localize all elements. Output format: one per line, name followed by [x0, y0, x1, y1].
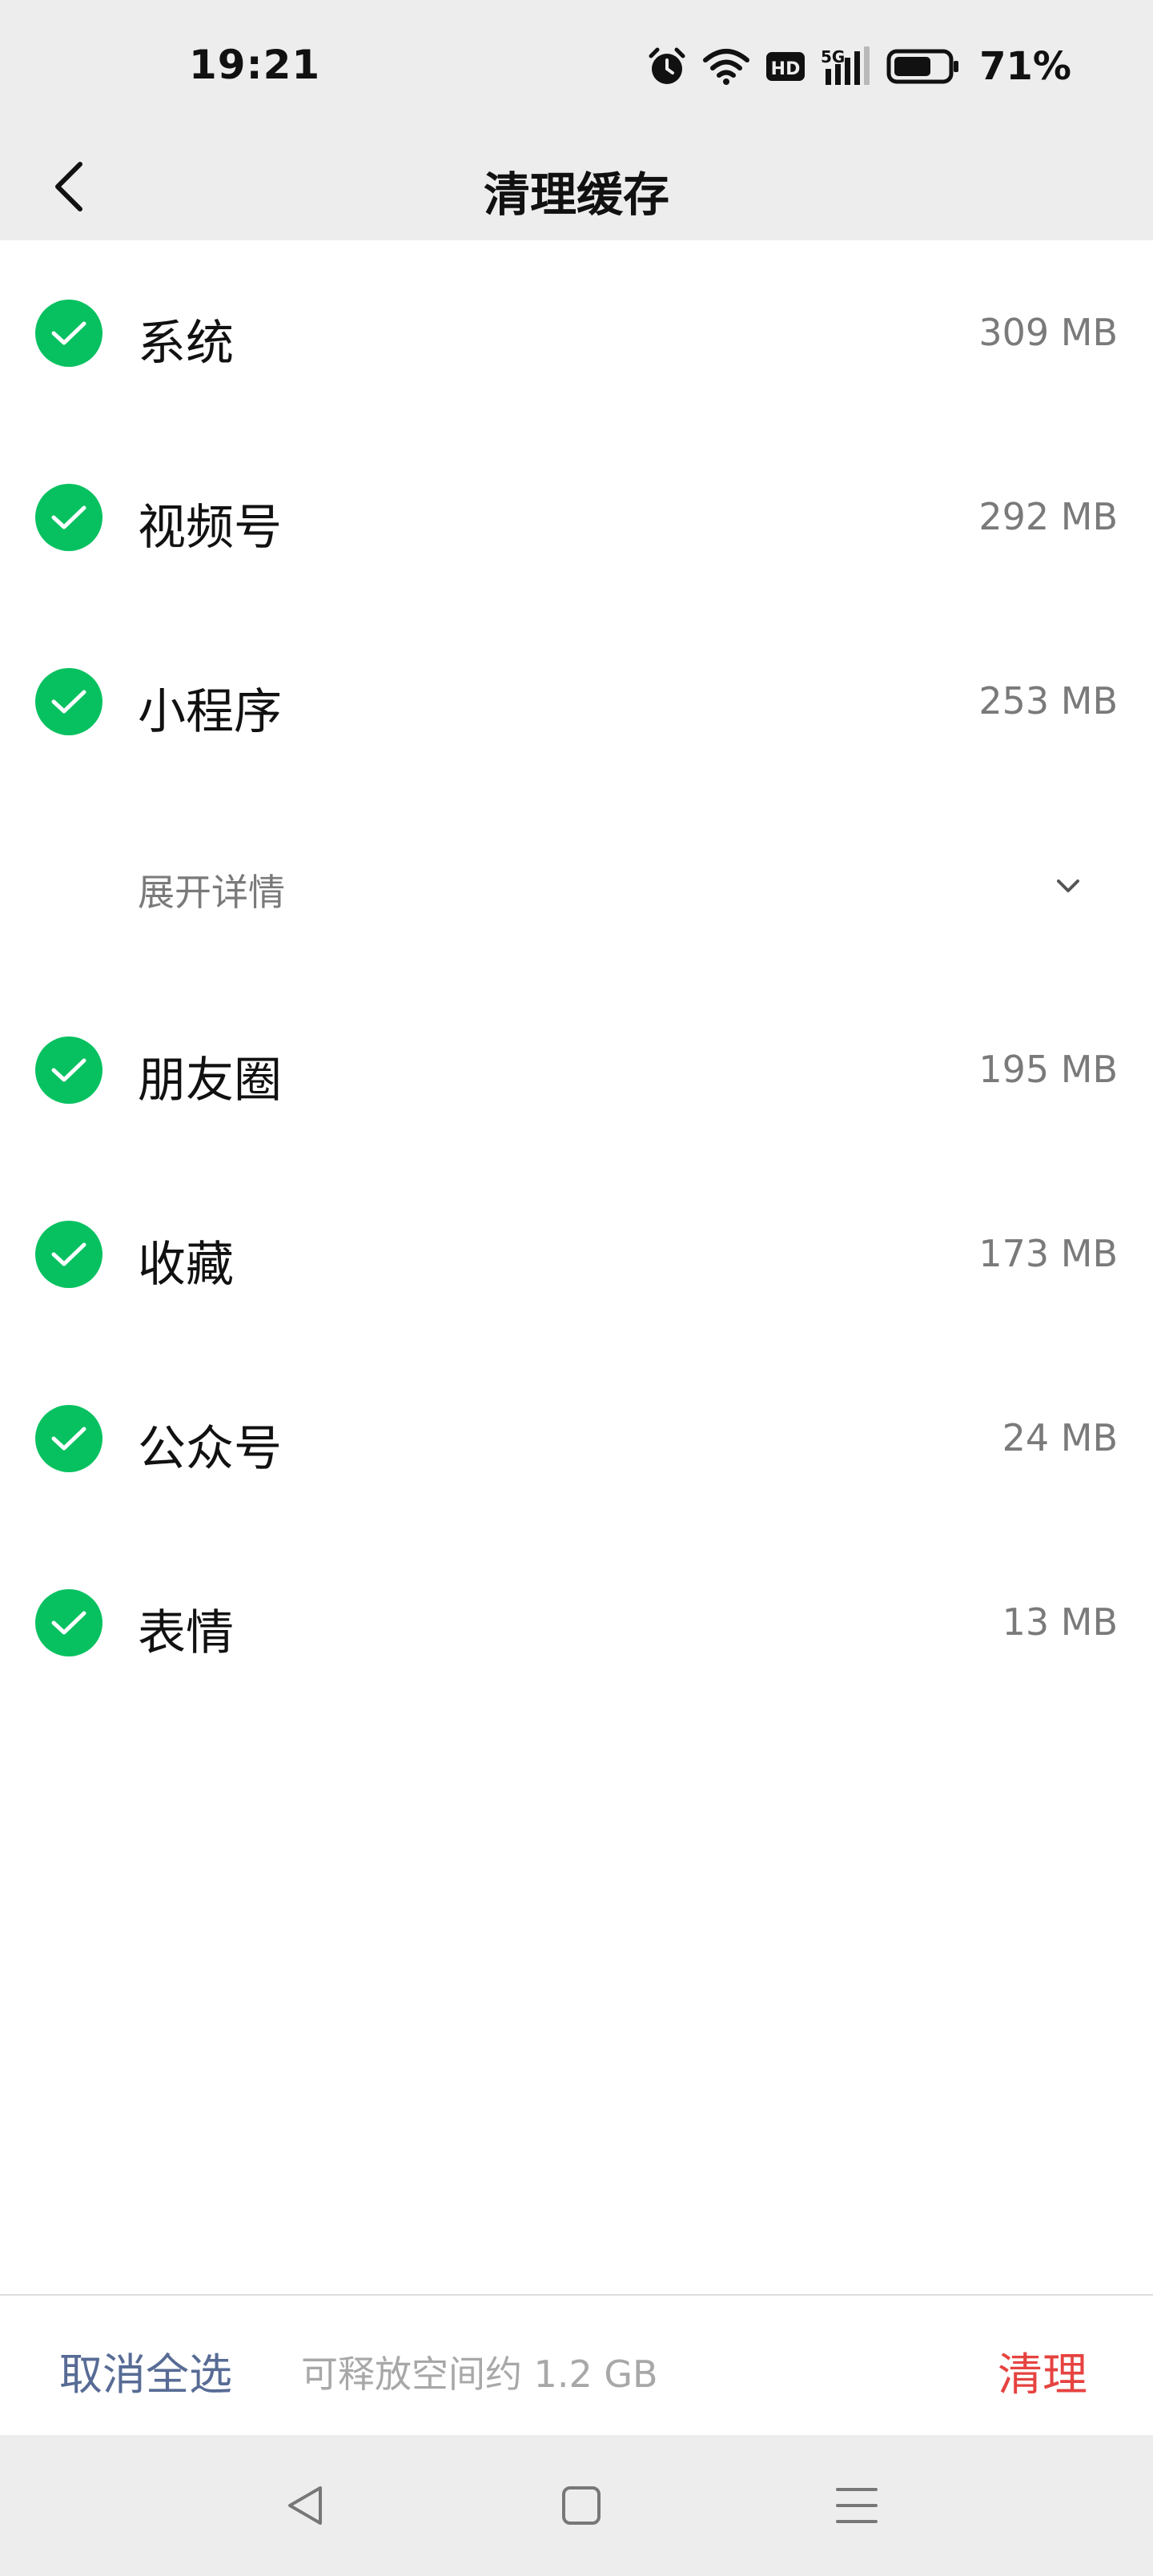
checkbox[interactable]	[35, 668, 102, 735]
status-icons: HD 5G 71%	[648, 38, 1071, 95]
checkbox[interactable]	[35, 1221, 102, 1288]
system-menu-button[interactable]	[828, 2477, 886, 2534]
screen: 19:21 HD 5G 71% 清理缓存 系统 309 MB 视频号 292 M…	[0, 0, 1153, 2576]
cache-item-moments[interactable]: 朋友圈 195 MB	[0, 977, 1153, 1161]
system-home-button[interactable]	[552, 2477, 610, 2534]
checkmark-icon	[51, 1058, 86, 1082]
checkmark-icon	[51, 505, 86, 529]
chevron-down-icon	[1057, 879, 1079, 892]
network-type-text: 5G	[821, 47, 845, 66]
checkmark-icon	[51, 1611, 86, 1635]
cache-item-stickers[interactable]: 表情 13 MB	[0, 1530, 1153, 1714]
item-size: 24 MB	[1002, 1416, 1118, 1459]
item-label: 系统	[138, 316, 234, 372]
item-size: 309 MB	[978, 311, 1118, 354]
checkmark-icon	[51, 690, 86, 714]
clean-button[interactable]: 清理	[998, 2339, 1087, 2404]
item-label: 朋友圈	[138, 1053, 282, 1109]
checkmark-icon	[51, 1427, 86, 1451]
checkbox[interactable]	[35, 1405, 102, 1472]
status-time: 19:21	[189, 42, 321, 88]
checkmark-icon	[51, 321, 86, 345]
item-size: 13 MB	[1002, 1600, 1118, 1644]
system-back-button[interactable]	[277, 2477, 335, 2534]
checkbox[interactable]	[35, 1036, 102, 1104]
hd-badge-text: HD	[771, 59, 801, 79]
item-label: 视频号	[138, 500, 282, 556]
checkmark-icon	[51, 1242, 86, 1266]
item-size: 292 MB	[978, 495, 1118, 538]
system-nav-bar	[0, 2435, 1153, 2576]
item-label: 公众号	[138, 1421, 282, 1477]
expand-details-button[interactable]: 展开详情	[0, 793, 1153, 977]
cache-item-official-accounts[interactable]: 公众号 24 MB	[0, 1346, 1153, 1530]
nav-bar: 清理缓存	[0, 133, 1153, 240]
deselect-all-button[interactable]: 取消全选	[59, 2339, 232, 2402]
hd-icon: HD	[766, 50, 805, 83]
item-size: 195 MB	[978, 1048, 1118, 1091]
cache-item-system[interactable]: 系统 309 MB	[0, 240, 1153, 425]
checkbox[interactable]	[35, 1589, 102, 1656]
bottom-action-bar: 取消全选 可释放空间约 1.2 GB 清理	[0, 2296, 1153, 2435]
battery-icon	[886, 48, 960, 85]
cache-list: 系统 309 MB 视频号 292 MB 小程序 253 MB 展开详情 朋友圈…	[0, 240, 1153, 1714]
status-bar: 19:21 HD 5G 71%	[0, 0, 1153, 133]
item-size: 173 MB	[978, 1232, 1118, 1275]
expand-details-label: 展开详情	[138, 871, 285, 914]
wifi-icon	[702, 47, 750, 86]
cache-item-favorites[interactable]: 收藏 173 MB	[0, 1161, 1153, 1346]
battery-percent: 71%	[979, 44, 1071, 89]
checkbox[interactable]	[35, 484, 102, 551]
item-label: 收藏	[138, 1237, 234, 1293]
item-size: 253 MB	[978, 679, 1118, 722]
item-label: 小程序	[138, 684, 282, 740]
page-title: 清理缓存	[483, 167, 669, 222]
alarm-icon	[648, 46, 686, 87]
free-space-text: 可释放空间约 1.2 GB	[301, 2353, 658, 2396]
cache-item-channels[interactable]: 视频号 292 MB	[0, 425, 1153, 609]
home-square-icon	[562, 2486, 601, 2525]
checkbox[interactable]	[35, 300, 102, 367]
menu-lines-icon	[836, 2488, 878, 2523]
back-triangle-icon	[288, 2486, 322, 2525]
item-label: 表情	[138, 1605, 234, 1661]
signal-5g-icon: 5G	[821, 46, 870, 87]
cache-item-mini-programs[interactable]: 小程序 253 MB	[0, 609, 1153, 793]
